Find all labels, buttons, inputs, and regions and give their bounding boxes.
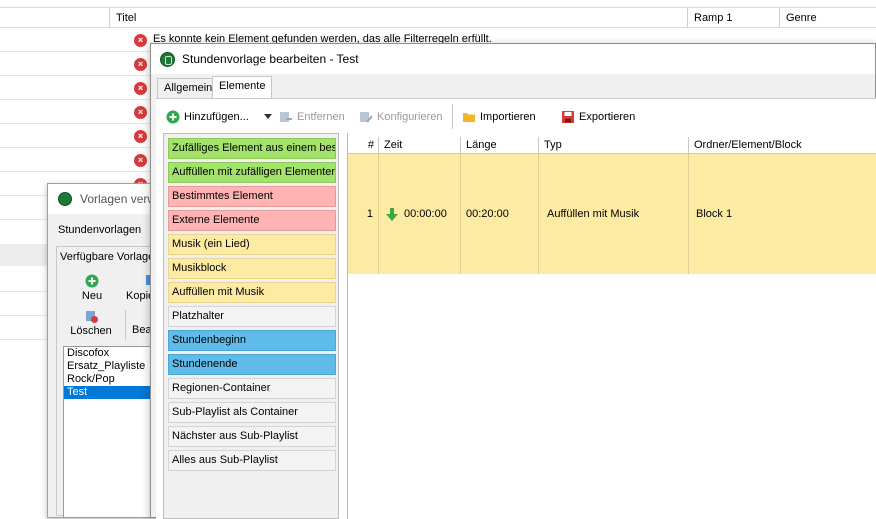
add-icon xyxy=(85,274,99,288)
templates-dialog: Vorlagen verwalten Stundenvorlagen Verfü… xyxy=(47,183,182,518)
element-type-all-from-subplaylist[interactable]: Alles aus Sub-Playlist xyxy=(168,450,336,471)
add-icon xyxy=(166,110,180,124)
column-header-number[interactable]: # xyxy=(348,137,379,154)
edit-hour-template-dialog: Stundenvorlage bearbeiten - Test Allgeme… xyxy=(150,43,876,519)
element-type-subplaylist-container[interactable]: Sub-Playlist als Container xyxy=(168,402,336,423)
table-row[interactable]: 1 00:00:00 00:20:00 Auffüllen mit Musik … xyxy=(348,154,876,274)
column-header-type[interactable]: Typ xyxy=(539,137,689,154)
list-item[interactable]: Rock/Pop xyxy=(64,373,157,386)
delete-template-button[interactable]: Löschen xyxy=(68,309,114,337)
toolbar-separator xyxy=(452,104,453,129)
tab-elements[interactable]: Elemente xyxy=(212,76,273,99)
configure-button[interactable]: Konfigurieren xyxy=(359,107,442,127)
element-type-music-block[interactable]: Musikblock xyxy=(168,258,336,279)
element-type-specific[interactable]: Bestimmtes Element xyxy=(168,186,336,207)
error-icon: × xyxy=(134,82,147,95)
column-header-title[interactable]: Titel xyxy=(109,8,687,28)
element-type-fill-random[interactable]: Auffüllen mit zufälligen Elementen xyxy=(168,162,336,183)
error-icon: × xyxy=(134,58,147,71)
group-label: Verfügbare Vorlagen xyxy=(58,251,163,263)
cell-length: 00:20:00 xyxy=(461,154,539,274)
add-button[interactable]: Hinzufügen... xyxy=(166,107,249,127)
templates-list[interactable]: Discofox Ersatz_Playliste Rock/Pop Test xyxy=(63,346,158,518)
column-header-folder[interactable]: Ordner/Element/Block xyxy=(689,137,876,154)
element-type-hour-end[interactable]: Stundenende xyxy=(168,354,336,375)
arrow-down-icon xyxy=(386,207,398,221)
cell-time: 00:00:00 xyxy=(379,154,461,274)
column-header-genre[interactable]: Genre xyxy=(779,8,876,28)
element-type-placeholder[interactable]: Platzhalter xyxy=(168,306,336,327)
app-icon xyxy=(58,192,72,206)
new-template-button[interactable]: Neu xyxy=(76,274,108,302)
configure-icon xyxy=(360,112,373,123)
export-button[interactable]: Exportieren xyxy=(561,107,635,127)
dialog-titlebar[interactable]: Stundenvorlage bearbeiten - Test xyxy=(151,44,875,74)
section-label: Stundenvorlagen xyxy=(58,224,142,236)
list-item[interactable]: Discofox xyxy=(64,347,157,360)
remove-icon xyxy=(280,112,292,122)
cell-folder: Block 1 xyxy=(696,208,733,220)
element-type-hour-start[interactable]: Stundenbeginn xyxy=(168,330,336,351)
chevron-down-icon xyxy=(264,114,272,119)
add-dropdown-arrow[interactable] xyxy=(264,107,272,127)
element-type-random-from-folder[interactable]: Zufälliges Element aus einem bestimmten … xyxy=(168,138,336,159)
element-type-external[interactable]: Externe Elemente xyxy=(168,210,336,231)
error-icon: × xyxy=(134,34,147,47)
error-icon: × xyxy=(134,154,147,167)
tab-general[interactable]: Allgemein xyxy=(157,78,220,98)
dialog-titlebar[interactable]: Vorlagen verwalten xyxy=(48,184,182,214)
element-type-next-from-subplaylist[interactable]: Nächster aus Sub-Playlist xyxy=(168,426,336,447)
cell-type: Auffüllen mit Musik xyxy=(539,154,689,274)
app-icon xyxy=(160,52,175,67)
column-header-time[interactable]: Zeit xyxy=(379,137,461,154)
error-icon: × xyxy=(134,130,147,143)
delete-icon xyxy=(86,311,98,323)
column-header-ramp[interactable]: Ramp 1 xyxy=(687,8,779,28)
list-item[interactable]: Ersatz_Playliste xyxy=(64,360,157,373)
column-header-length[interactable]: Länge xyxy=(461,137,539,154)
dialog-title: Stundenvorlage bearbeiten - Test xyxy=(182,52,359,66)
element-types-panel: Zufälliges Element aus einem bestimmten … xyxy=(163,133,339,519)
folder-icon xyxy=(463,113,475,122)
list-item-selected[interactable]: Test xyxy=(64,386,157,399)
cell-number: 1 xyxy=(348,154,379,274)
toolbar-separator xyxy=(125,310,126,340)
save-icon xyxy=(562,111,574,123)
import-button[interactable]: Importieren xyxy=(462,107,536,127)
remove-button[interactable]: Entfernen xyxy=(279,107,345,127)
background-table-header: Titel Ramp 1 Genre xyxy=(0,7,876,28)
element-type-fill-music[interactable]: Auffüllen mit Musik xyxy=(168,282,336,303)
element-type-region-container[interactable]: Regionen-Container xyxy=(168,378,336,399)
elements-grid: # Zeit Länge Typ Ordner/Element/Block 1 … xyxy=(347,133,876,519)
error-icon: × xyxy=(134,106,147,119)
element-type-music-song[interactable]: Musik (ein Lied) xyxy=(168,234,336,255)
